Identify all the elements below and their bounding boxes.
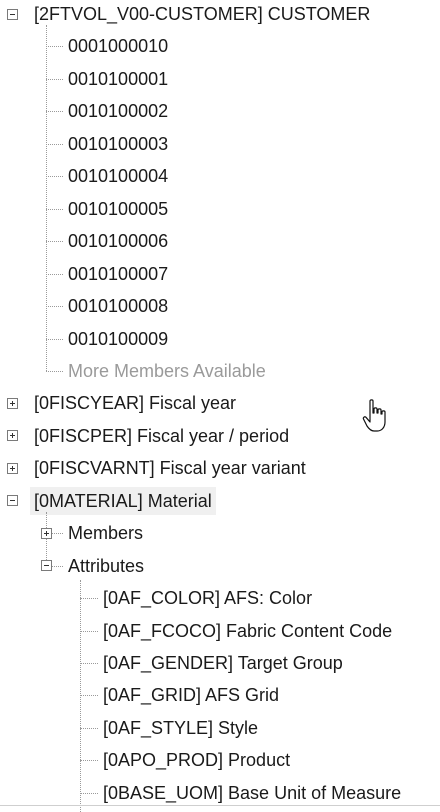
- customer-member-item[interactable]: 0010100006: [68, 227, 168, 255]
- node-dimension[interactable]: [0FISCVARNT] Fiscal year variant: [34, 454, 306, 482]
- node-material[interactable]: [0MATERIAL] Material: [30, 486, 216, 515]
- customer-member-item[interactable]: 0010100005: [68, 195, 168, 223]
- node-customer[interactable]: [2FTVOL_V00-CUSTOMER] CUSTOMER: [34, 0, 370, 28]
- connector-line: [46, 306, 63, 308]
- connector-line: [46, 78, 63, 80]
- connector-line: [46, 241, 63, 243]
- customer-branch-line: [46, 25, 47, 371]
- connector-line: [46, 111, 63, 113]
- connector-line: [52, 565, 63, 567]
- expand-node-icon[interactable]: [7, 430, 18, 442]
- connector-line: [46, 46, 63, 48]
- connector-line: [80, 760, 98, 762]
- collapse-attributes-icon[interactable]: [40, 560, 52, 572]
- customer-member-item[interactable]: 0010100009: [68, 325, 168, 353]
- customer-member-item[interactable]: 0001000010: [68, 32, 168, 60]
- material-branch-line: [46, 512, 47, 566]
- connector-line: [46, 370, 63, 372]
- customer-member-item[interactable]: 0010100004: [68, 162, 168, 190]
- customer-member-item[interactable]: 0010100002: [68, 97, 168, 125]
- connector-line: [80, 727, 98, 729]
- connector-line: [46, 273, 63, 275]
- node-material-members[interactable]: Members: [68, 519, 143, 547]
- connector-line: [46, 176, 63, 178]
- connector-line: [46, 208, 63, 210]
- node-material-attributes[interactable]: Attributes: [68, 552, 144, 580]
- customer-member-item[interactable]: 0010100001: [68, 65, 168, 93]
- more-members-link[interactable]: More Members Available: [68, 357, 266, 385]
- connector-line: [80, 598, 98, 600]
- connector-line: [46, 338, 63, 340]
- expand-node-icon[interactable]: [7, 397, 18, 409]
- connector-line: [52, 533, 63, 535]
- collapse-material-icon[interactable]: [7, 495, 18, 507]
- tree-bottom-border: [0, 805, 440, 806]
- attribute-item[interactable]: [0BASE_UOM] Base Unit of Measure: [103, 779, 401, 807]
- node-dimension[interactable]: [0FISCPER] Fiscal year / period: [34, 422, 289, 450]
- connector-line: [80, 792, 98, 794]
- attribute-item[interactable]: [0APO_PROD] Product: [103, 746, 290, 774]
- attribute-item[interactable]: [0AF_GRID] AFS Grid: [103, 681, 279, 709]
- customer-member-item[interactable]: 0010100007: [68, 260, 168, 288]
- attribute-item[interactable]: [0AF_GENDER] Target Group: [103, 649, 343, 677]
- attribute-item[interactable]: [0AF_FCOCO] Fabric Content Code: [103, 617, 392, 645]
- attribute-item[interactable]: [0AF_STYLE] Style: [103, 714, 258, 742]
- expand-members-icon[interactable]: [40, 527, 52, 539]
- collapse-customer-icon[interactable]: [7, 8, 18, 20]
- expand-node-icon[interactable]: [7, 462, 18, 474]
- connector-line: [80, 695, 98, 697]
- connector-line: [80, 663, 98, 664]
- attribute-item[interactable]: [0AF_COLOR] AFS: Color: [103, 584, 312, 612]
- connector-line: [46, 143, 63, 145]
- customer-member-item[interactable]: 0010100008: [68, 292, 168, 320]
- hand-pointer-icon: [362, 399, 386, 432]
- node-dimension[interactable]: [0FISCYEAR] Fiscal year: [34, 389, 236, 417]
- connector-line: [80, 630, 98, 632]
- customer-member-item[interactable]: 0010100003: [68, 130, 168, 158]
